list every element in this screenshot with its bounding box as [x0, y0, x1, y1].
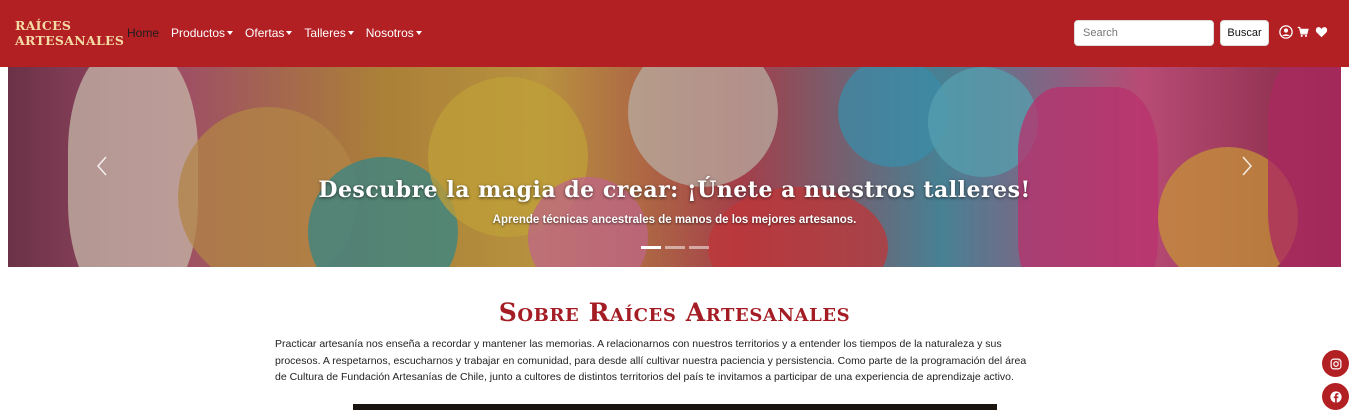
nav-ofertas-label: Ofertas	[245, 26, 285, 40]
carousel-next-icon[interactable]	[1240, 155, 1254, 177]
chevron-down-icon	[347, 31, 354, 35]
hero-overlay	[8, 67, 1341, 267]
carousel-prev-icon[interactable]	[95, 155, 109, 177]
carousel-indicators	[641, 246, 709, 249]
navbar: RAÍCES ARTESANALES Home Productos Oferta…	[0, 0, 1349, 67]
brand-logo[interactable]: RAÍCES ARTESANALES	[15, 18, 125, 48]
facebook-button[interactable]	[1322, 383, 1349, 410]
nav-nosotros-label: Nosotros	[365, 26, 414, 40]
chevron-down-icon	[286, 31, 293, 35]
hero-title: Descubre la magia de crear: ¡Únete a nue…	[318, 177, 1031, 203]
user-icon[interactable]	[1279, 25, 1293, 39]
facebook-icon	[1329, 390, 1342, 403]
nav-talleres[interactable]: Talleres	[304, 25, 354, 41]
brand-line-1: RAÍCES	[15, 18, 72, 33]
nav-nosotros[interactable]: Nosotros	[366, 25, 422, 41]
video-embed[interactable]	[353, 404, 997, 410]
carousel-indicator-1[interactable]	[641, 246, 661, 249]
brand-line-2: ARTESANALES	[15, 33, 125, 48]
about-text: Practicar artesanía nos enseña a recorda…	[275, 336, 1075, 386]
about-title: Sobre Raíces Artesanales	[498, 298, 851, 327]
about-line-3: de Cultura de Fundación Artesanías de Ch…	[275, 371, 1014, 383]
search-input[interactable]	[1074, 20, 1214, 46]
nav-home[interactable]: Home	[127, 25, 159, 41]
about-line-2: procesos. A respetarnos, escucharnos y t…	[275, 354, 1027, 367]
nav-links: Home Productos Ofertas Talleres Nosotros	[127, 25, 422, 41]
instagram-icon	[1330, 358, 1341, 369]
hero-carousel: Descubre la magia de crear: ¡Únete a nue…	[8, 67, 1341, 267]
chevron-down-icon	[415, 31, 422, 35]
carousel-indicator-3[interactable]	[689, 246, 709, 249]
nav-talleres-label: Talleres	[304, 26, 346, 40]
cart-icon[interactable]	[1297, 25, 1309, 39]
instagram-button[interactable]	[1322, 350, 1349, 377]
search-button[interactable]: Buscar	[1220, 20, 1269, 46]
nav-productos[interactable]: Productos	[171, 25, 234, 41]
about-line-1: Practicar artesanía nos enseña a recorda…	[275, 338, 1002, 350]
chevron-down-icon	[227, 31, 234, 35]
nav-productos-label: Productos	[171, 26, 226, 40]
hero-subtitle: Aprende técnicas ancestrales de manos de…	[492, 214, 857, 226]
heart-icon[interactable]	[1315, 25, 1328, 39]
nav-ofertas[interactable]: Ofertas	[245, 25, 293, 41]
carousel-indicator-2[interactable]	[665, 246, 685, 249]
